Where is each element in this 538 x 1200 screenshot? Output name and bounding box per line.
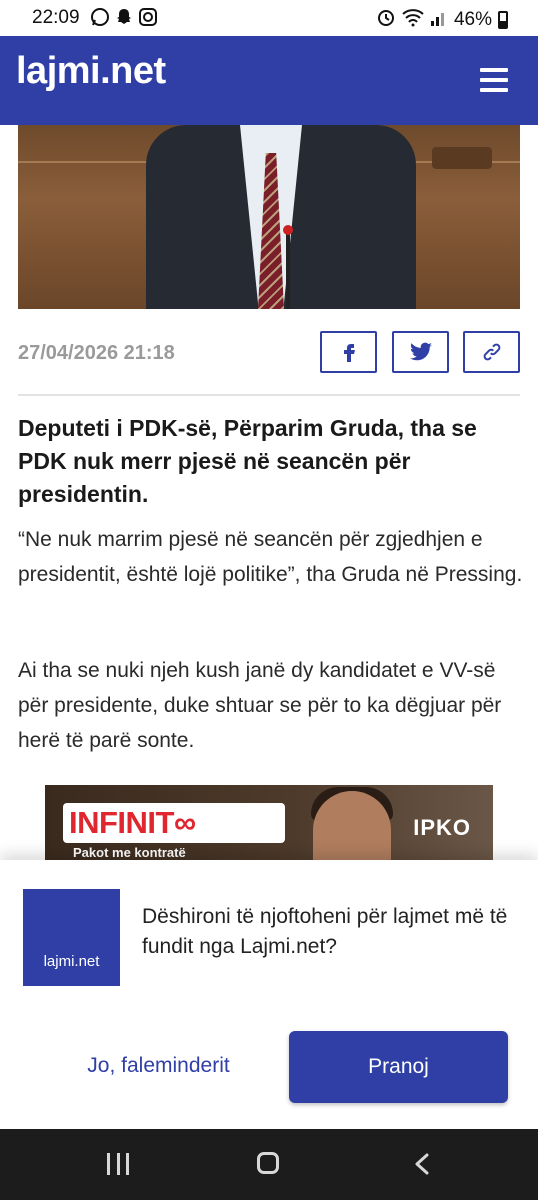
twitter-icon [409, 342, 432, 361]
system-nav-bar [0, 1129, 538, 1200]
alarm-icon [376, 7, 396, 33]
ad-banner[interactable]: INFINIT∞ Pakot me kontratë IPKO [45, 785, 493, 860]
instagram-icon [138, 7, 158, 27]
facebook-icon [343, 344, 355, 362]
ad-partner: IPKO [413, 815, 471, 840]
article-paragraph: “Ne nuk marrim pjesë në seancën për zgje… [18, 528, 523, 586]
hamburger-menu-icon[interactable] [480, 68, 508, 92]
link-icon [483, 343, 500, 361]
decline-button[interactable]: Jo, faleminderit [56, 1030, 261, 1102]
status-app-icons [90, 7, 158, 27]
status-indicators: 46% [376, 7, 508, 33]
recent-apps-icon[interactable] [107, 1153, 129, 1175]
article-paragraph: Ai tha se nuki njeh kush janë dy kandida… [18, 659, 502, 752]
share-twitter-button[interactable] [392, 331, 449, 373]
ad-brand: INFINIT∞ [69, 805, 196, 840]
battery-percentage: 46% [453, 9, 492, 30]
article-meta: 27/04/2026 21:18 [18, 330, 520, 374]
ad-person-image [313, 791, 391, 860]
status-time: 22:09 [32, 7, 80, 28]
share-link-button[interactable] [463, 331, 520, 373]
article-lead: Deputeti i PDK-së, Përparim Gruda, tha s… [18, 415, 477, 507]
battery-icon [498, 11, 508, 29]
signal-icon [430, 7, 448, 33]
article-hero-image [18, 125, 520, 309]
site-header: lajmi.net [0, 36, 538, 125]
snapchat-icon [114, 7, 134, 27]
share-facebook-button[interactable] [320, 331, 377, 373]
prompt-message: Dëshironi të njoftoheni për lajmet më të… [142, 905, 508, 958]
wifi-icon [402, 7, 424, 33]
site-logo[interactable]: lajmi.net [16, 50, 166, 93]
divider [18, 394, 520, 396]
prompt-logo: lajmi.net [23, 889, 120, 986]
status-bar: 22:09 46% [0, 0, 538, 36]
publish-date: 27/04/2026 21:18 [18, 342, 175, 364]
ad-tagline: Pakot me kontratë [73, 845, 186, 860]
accept-button[interactable]: Pranoj [289, 1031, 508, 1103]
home-icon[interactable] [257, 1152, 279, 1174]
whatsapp-icon [90, 7, 110, 27]
prompt-logo-text: lajmi.net [43, 953, 100, 970]
notification-prompt: lajmi.net Dëshironi të njoftoheni për la… [0, 860, 538, 1129]
back-icon[interactable] [414, 1153, 430, 1175]
